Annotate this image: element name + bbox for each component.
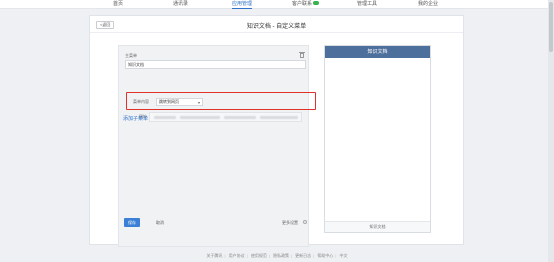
redacted-text [154,116,176,119]
nav-item-apps[interactable]: 应用管理 [232,0,253,9]
preview-title: 知识文档 [325,46,430,58]
footer-separator: | [246,253,248,258]
more-settings-button[interactable]: 更多设置 [282,220,298,226]
scrollbar-thumb[interactable] [549,2,553,52]
footer-separator: | [291,253,293,258]
footer: 关于腾讯 | 用户协议 | 使用规范 | 隐私政策 | 更新日志 | 帮助中心 | 中文 [0,253,554,259]
page-title: 知识文档 - 自定义菜单 [246,24,307,30]
panel-header: <返回 知识文档 - 自定义菜单 [90,16,463,33]
footer-link[interactable]: 帮助中心 [317,253,333,258]
main-panel: <返回 知识文档 - 自定义菜单 主菜单 知识文档 菜单内容 跳转到网页 ▾ 网址… [89,15,464,247]
footer-link[interactable]: 更新日志 [295,253,311,258]
nav-item-company[interactable]: 我的企业 [418,0,438,9]
nav-item-tools[interactable]: 管理工具 [357,0,377,9]
wechat-icon [313,1,320,5]
help-icon[interactable] [303,220,307,224]
footer-link[interactable]: 隐私政策 [273,253,289,258]
preview-menu-item[interactable]: 知识文档 [325,221,430,232]
footer-separator: | [335,253,337,258]
url-input[interactable] [149,112,302,122]
footer-separator: | [313,253,315,258]
redacted-text [224,116,256,119]
footer-link[interactable]: 用户协议 [229,253,245,258]
nav-item-contacts[interactable]: 通讯录 [173,0,188,9]
footer-link[interactable]: 使用规范 [251,253,267,258]
main-menu-label: 主菜单 [125,53,137,58]
cancel-button[interactable]: 取消 [156,220,164,226]
main-menu-input[interactable]: 知识文档 [125,60,306,69]
menu-editor-card: 主菜单 知识文档 菜单内容 跳转到网页 ▾ 网址 保存 取消 更多设置 [118,45,309,247]
footer-language[interactable]: 中文 [340,253,348,258]
nav-item-customer[interactable]: 客户联系 [292,0,320,9]
add-submenu-link[interactable]: 添加子菜单 [123,115,148,122]
nav-item-home[interactable]: 首页 [113,0,123,9]
footer-separator: | [268,253,270,258]
redacted-text [180,116,220,119]
footer-link[interactable]: 关于腾讯 [206,253,222,258]
page-scrollbar[interactable] [548,0,554,262]
menu-preview: 知识文档 知识文档 [324,45,431,233]
highlight-box [126,92,316,110]
top-nav: 首页 通讯录 应用管理 客户联系 管理工具 我的企业 [0,0,554,9]
save-button[interactable]: 保存 [124,218,140,227]
trash-icon[interactable] [299,52,305,58]
nav-item-customer-label: 客户联系 [292,1,313,7]
redacted-text [260,116,298,119]
footer-separator: | [224,253,226,258]
